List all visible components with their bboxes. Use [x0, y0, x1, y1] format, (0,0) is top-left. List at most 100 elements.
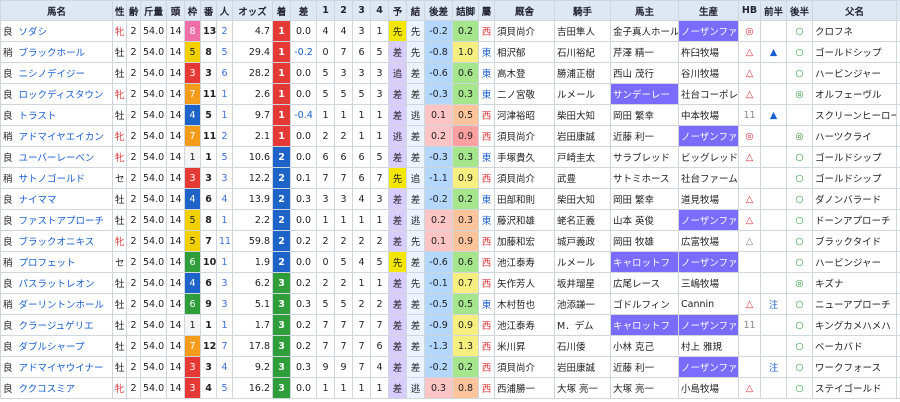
breeder-cell[interactable]: 村上 雅規	[678, 335, 739, 357]
owner-cell[interactable]: サトミホース	[610, 167, 679, 189]
trainer-cell[interactable]: 相沢郁	[494, 41, 555, 63]
column-header[interactable]: 斤量	[140, 0, 167, 21]
column-header[interactable]: 屬	[478, 0, 495, 21]
horse-name-link[interactable]: パスラットレオン	[19, 279, 95, 290]
breeder-cell[interactable]: 杵臼牧場	[678, 41, 739, 63]
horse-name-link[interactable]: ククコスミア	[19, 384, 76, 395]
jockey-cell[interactable]: 城戸義政	[554, 230, 611, 252]
breeder-cell[interactable]: ノーザンファ	[678, 125, 739, 147]
trainer-cell[interactable]: 須貝尚介	[494, 125, 555, 147]
owner-cell[interactable]: サラブレッド	[610, 146, 679, 168]
trainer-cell[interactable]: 池江泰寿	[494, 314, 555, 336]
horse-name-link[interactable]: ブラックオニキス	[19, 237, 95, 248]
trainer-cell[interactable]: 高木登	[494, 62, 555, 84]
horse-name-link[interactable]: アドマイヤウイナー	[19, 363, 104, 374]
horse-name-link[interactable]: ファストアプローチ	[19, 216, 105, 227]
jockey-cell[interactable]: 蛯名正義	[554, 209, 611, 231]
jockey-cell[interactable]: 大塚 亮一	[554, 377, 611, 399]
owner-cell[interactable]: 岡田 繁幸	[610, 104, 679, 126]
horse-name-link[interactable]: アドマイヤエイカン	[19, 132, 104, 143]
trainer-cell[interactable]: 二ノ宮敬	[494, 83, 555, 105]
owner-cell[interactable]: 金子真人ホール	[610, 20, 679, 42]
breeder-cell[interactable]: 社台ファーム	[678, 167, 739, 189]
sire-cell[interactable]: ニューアプローチ	[812, 293, 897, 315]
owner-cell[interactable]: 広尾レース	[610, 272, 679, 294]
column-header[interactable]: 2	[334, 0, 353, 21]
sire-cell[interactable]: スクリーンヒーロー	[812, 104, 897, 126]
trainer-cell[interactable]: 田部和則	[494, 188, 555, 210]
jockey-cell[interactable]: 吉田隼人	[554, 20, 611, 42]
jockey-cell[interactable]: 石川裕紀	[554, 41, 611, 63]
column-header[interactable]: 差	[290, 0, 317, 21]
sire-cell[interactable]: ベーカバド	[812, 335, 897, 357]
sire-cell[interactable]: ワークフォース	[812, 356, 897, 378]
sire-cell[interactable]: ハービンジャー	[812, 62, 897, 84]
breeder-cell[interactable]: ノーザンファ	[678, 209, 739, 231]
column-header[interactable]: 前半	[760, 0, 787, 21]
sire-cell[interactable]: ハービンジャー	[812, 251, 897, 273]
sire-cell[interactable]: ダノンバラード	[812, 188, 897, 210]
horse-name-link[interactable]: ナイママ	[19, 195, 57, 206]
breeder-cell[interactable]: 広富牧場	[678, 230, 739, 252]
jockey-cell[interactable]: 武豊	[554, 167, 611, 189]
jockey-cell[interactable]: ルメール	[554, 83, 611, 105]
column-header[interactable]: 厩舎	[494, 0, 555, 21]
owner-cell[interactable]: 岡田 牧雄	[610, 230, 679, 252]
column-header[interactable]: 騎手	[554, 0, 611, 21]
column-header[interactable]: 馬名	[0, 0, 113, 21]
column-header[interactable]: 人	[216, 0, 233, 21]
sire-cell[interactable]: ドーンアプローチ	[812, 209, 897, 231]
horse-name-link[interactable]: ソダシ	[19, 27, 48, 38]
sire-cell[interactable]: ブラックタイド	[812, 230, 897, 252]
trainer-cell[interactable]: 矢作芳人	[494, 272, 555, 294]
sire-cell[interactable]: ゴールドシップ	[812, 146, 897, 168]
horse-name-link[interactable]: ブラックホール	[19, 48, 86, 59]
jockey-cell[interactable]: 池添謙一	[554, 293, 611, 315]
sire-cell[interactable]: キズナ	[812, 272, 897, 294]
owner-cell[interactable]: 近藤 利一	[610, 125, 679, 147]
jockey-cell[interactable]: M．デム	[554, 314, 611, 336]
jockey-cell[interactable]: ルメール	[554, 251, 611, 273]
trainer-cell[interactable]: 池江泰寿	[494, 251, 555, 273]
sire-cell[interactable]: ステイゴールド	[812, 377, 897, 399]
owner-cell[interactable]: 山本 英俊	[610, 209, 679, 231]
breeder-cell[interactable]: Cannin	[678, 293, 739, 315]
column-header[interactable]: 生産	[678, 0, 739, 21]
breeder-cell[interactable]: ノーザンファ	[678, 314, 739, 336]
column-header[interactable]: 番	[200, 0, 217, 21]
jockey-cell[interactable]: 勝浦正樹	[554, 62, 611, 84]
sire-cell[interactable]: オルフェーヴル	[812, 83, 897, 105]
breeder-cell[interactable]: 道見牧場	[678, 188, 739, 210]
column-header[interactable]: 父名	[812, 0, 897, 21]
breeder-cell[interactable]: 谷川牧場	[678, 62, 739, 84]
breeder-cell[interactable]: 中本牧場	[678, 104, 739, 126]
breeder-cell[interactable]: ビッグレッド	[678, 146, 739, 168]
breeder-cell[interactable]: 小島牧場	[678, 377, 739, 399]
owner-cell[interactable]: 岡田 繁幸	[610, 188, 679, 210]
column-header[interactable]: 予	[388, 0, 407, 21]
jockey-cell[interactable]: 柴田大知	[554, 104, 611, 126]
trainer-cell[interactable]: 須貝尚介	[494, 356, 555, 378]
horse-name-link[interactable]: プロフェット	[19, 258, 76, 269]
horse-name-link[interactable]: ダブルシャープ	[19, 342, 85, 353]
horse-name-link[interactable]: ユーバーレーベン	[19, 153, 95, 164]
column-header[interactable]: 詰脚	[452, 0, 479, 21]
column-header[interactable]: HB	[738, 0, 761, 21]
sire-cell[interactable]: キングカメハメハ	[812, 314, 897, 336]
owner-cell[interactable]: サンデーレー	[610, 83, 679, 105]
column-header[interactable]: 開頭	[896, 0, 900, 21]
trainer-cell[interactable]: 加藤和宏	[494, 230, 555, 252]
horse-name-link[interactable]: ロックディスタウン	[19, 90, 104, 101]
owner-cell[interactable]: 芹澤 精一	[610, 41, 679, 63]
trainer-cell[interactable]: 須貝尚介	[494, 167, 555, 189]
horse-name-link[interactable]: サトノゴールド	[19, 174, 86, 185]
horse-name-link[interactable]: ダーリントンホール	[19, 300, 105, 311]
horse-name-link[interactable]: ニシノデイジー	[19, 69, 86, 80]
trainer-cell[interactable]: 手塚貴久	[494, 146, 555, 168]
horse-name-link[interactable]: クラージュゲリエ	[19, 321, 94, 332]
column-header[interactable]: 齢	[126, 0, 141, 21]
breeder-cell[interactable]: ノーザンファ	[678, 356, 739, 378]
column-header[interactable]: 後半	[786, 0, 813, 21]
jockey-cell[interactable]: 坂井瑠星	[554, 272, 611, 294]
jockey-cell[interactable]: 戸崎圭太	[554, 146, 611, 168]
